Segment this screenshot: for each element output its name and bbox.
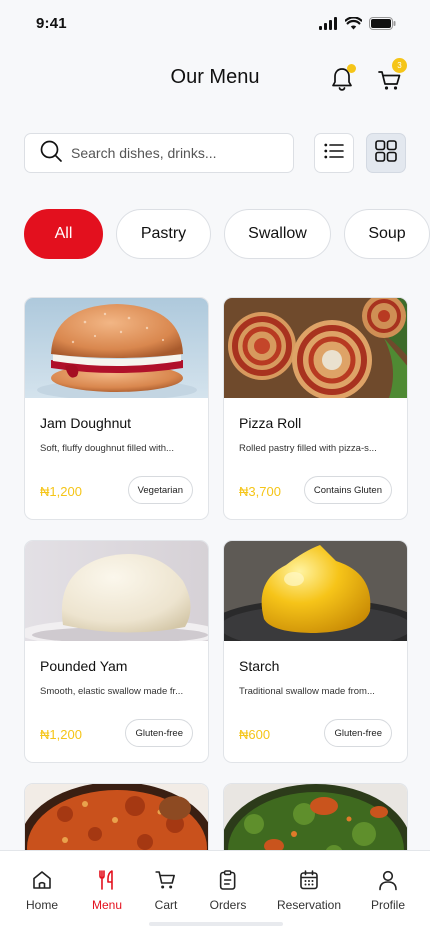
grid-icon bbox=[375, 139, 397, 167]
calendar-icon bbox=[277, 869, 341, 891]
nav-label: Menu bbox=[91, 898, 123, 912]
item-price: ₦3,700 bbox=[239, 484, 281, 499]
item-name: Starch bbox=[239, 658, 280, 674]
nav-label: Profile bbox=[370, 898, 406, 912]
nav-label: Home bbox=[25, 898, 59, 912]
status-bar: 9:41 bbox=[0, 0, 430, 46]
wifi-icon bbox=[345, 16, 362, 30]
list-icon bbox=[324, 143, 344, 164]
pizza-roll-image bbox=[224, 298, 407, 398]
battery-icon bbox=[369, 16, 396, 30]
home-indicator bbox=[149, 922, 283, 926]
item-price: ₦1,200 bbox=[40, 727, 82, 742]
search-bar bbox=[24, 133, 294, 173]
category-chip-soup[interactable]: Soup bbox=[344, 209, 430, 259]
category-chip-all[interactable]: All bbox=[24, 209, 103, 259]
nav-label: Reservation bbox=[276, 898, 342, 912]
grid-view-button[interactable] bbox=[366, 133, 406, 173]
nav-menu[interactable]: Menu bbox=[92, 869, 122, 912]
nav-reservation[interactable]: Reservation bbox=[277, 869, 341, 912]
nav-orders[interactable]: Orders bbox=[209, 869, 247, 912]
status-time: 9:41 bbox=[36, 14, 67, 32]
category-filter: All Pastry Swallow Soup bbox=[24, 209, 430, 259]
item-tag: Gluten-free bbox=[324, 719, 392, 747]
clipboard-icon bbox=[210, 869, 247, 891]
bell-icon bbox=[330, 68, 354, 96]
cutlery-icon bbox=[92, 869, 122, 891]
item-name: Pounded Yam bbox=[40, 658, 128, 674]
signal-icon bbox=[319, 16, 338, 30]
nav-label: Cart bbox=[154, 898, 178, 912]
category-chip-pastry[interactable]: Pastry bbox=[116, 209, 211, 259]
home-icon bbox=[26, 869, 58, 891]
item-price: ₦600 bbox=[239, 727, 271, 742]
item-tag: Contains Gluten bbox=[303, 476, 392, 504]
nav-home[interactable]: Home bbox=[26, 869, 58, 912]
item-price: ₦1,200 bbox=[40, 484, 82, 499]
nav-cart[interactable]: Cart bbox=[154, 869, 178, 912]
pounded-yam-image bbox=[25, 541, 208, 641]
bottom-navigation: Home Menu Cart Orders Reservation Profil… bbox=[0, 850, 430, 932]
cart-icon bbox=[155, 869, 178, 891]
cart-icon bbox=[377, 71, 403, 96]
nav-profile[interactable]: Profile bbox=[371, 869, 405, 912]
item-description: Smooth, elastic swallow made fr... bbox=[40, 686, 184, 697]
menu-card-pizza-roll[interactable]: Pizza Roll Rolled pastry filled with piz… bbox=[223, 297, 408, 520]
notifications-button[interactable] bbox=[330, 64, 356, 92]
notification-dot bbox=[347, 64, 356, 73]
menu-card-jam-doughnut[interactable]: Jam Doughnut Soft, fluffy doughnut fille… bbox=[24, 297, 209, 520]
cart-badge: 3 bbox=[392, 58, 407, 73]
list-view-button[interactable] bbox=[314, 133, 354, 173]
item-description: Rolled pastry filled with pizza-s... bbox=[239, 443, 377, 454]
user-icon bbox=[371, 869, 405, 891]
search-input[interactable] bbox=[71, 145, 281, 161]
status-icons bbox=[319, 16, 396, 30]
item-name: Pizza Roll bbox=[239, 415, 302, 431]
item-tag: Gluten-free bbox=[125, 719, 193, 747]
category-chip-swallow[interactable]: Swallow bbox=[224, 209, 331, 259]
page-title: Our Menu bbox=[170, 66, 260, 88]
search-icon bbox=[39, 139, 63, 168]
menu-card-pounded-yam[interactable]: Pounded Yam Smooth, elastic swallow made… bbox=[24, 540, 209, 763]
item-description: Traditional swallow made from... bbox=[239, 686, 375, 697]
header: Our Menu 3 bbox=[0, 56, 430, 100]
cart-button[interactable]: 3 bbox=[377, 58, 407, 92]
item-name: Jam Doughnut bbox=[40, 415, 132, 431]
item-description: Soft, fluffy doughnut filled with... bbox=[40, 443, 174, 454]
jam-doughnut-image bbox=[25, 298, 208, 398]
nav-label: Orders bbox=[209, 898, 247, 912]
item-tag: Vegetarian bbox=[127, 476, 193, 504]
starch-image bbox=[224, 541, 407, 641]
menu-card-starch[interactable]: Starch Traditional swallow made from... … bbox=[223, 540, 408, 763]
